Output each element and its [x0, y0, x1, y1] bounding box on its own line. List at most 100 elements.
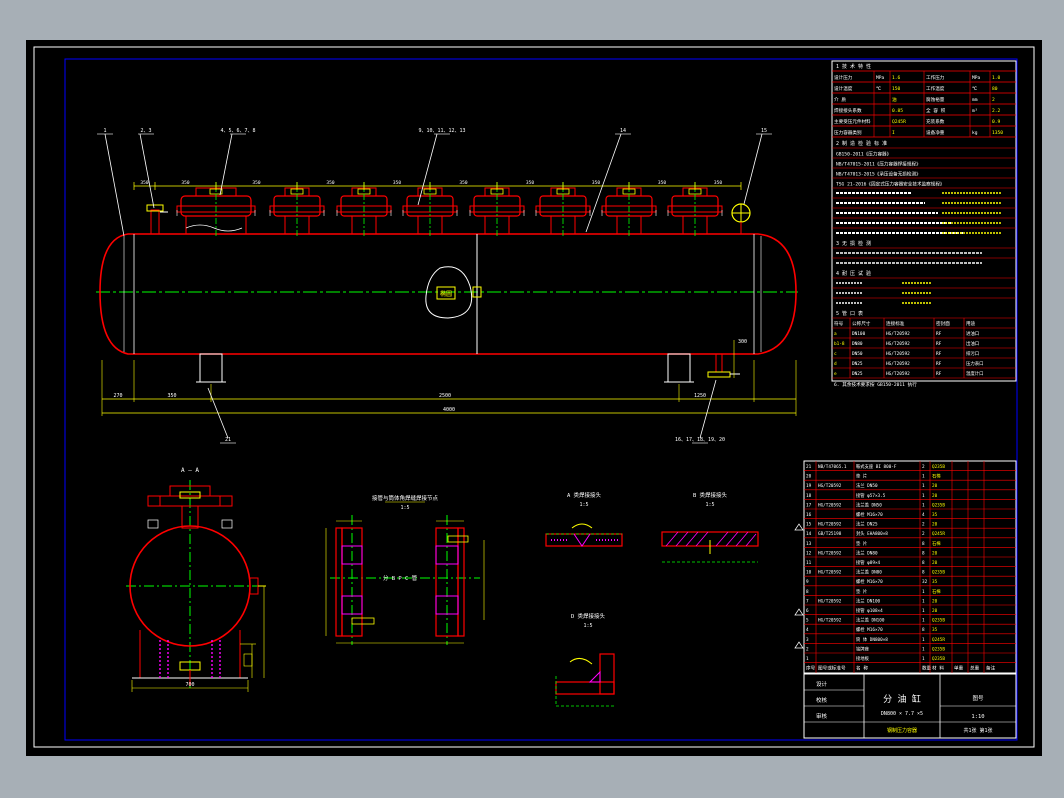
tb-approver: 审核 — [816, 712, 828, 720]
parts-cell: 4 — [806, 627, 809, 633]
tech-cell: 设计温度 — [834, 85, 853, 92]
nozzle-cell: HG/T20592 — [886, 361, 910, 367]
parts-cell: 12 — [806, 550, 812, 556]
tech-cell: 0.85 — [892, 108, 903, 114]
parts-cell: 1 — [806, 656, 809, 662]
parts-cell: 1 — [922, 656, 925, 662]
parts-cell: Q235B — [932, 570, 945, 576]
parts-cell: 螺栓 M16×70 — [856, 626, 883, 633]
tech-cell: 充装系数 — [926, 118, 945, 125]
footnote: 6. 其余技术要求按 GB150-2011 执行 — [834, 381, 917, 388]
tech-cell: Q245R — [892, 119, 906, 125]
nozzle-cell: HG/T20592 — [886, 351, 910, 357]
parts-cell: 法兰盖 DN50 — [856, 501, 882, 508]
nozzle-cell: d — [834, 361, 837, 367]
tb-sheet: 共1张 第1张 — [963, 727, 992, 734]
tech-cell: MPa — [876, 75, 885, 81]
tb-subtitle: DN800 × 7.7 ×5 — [881, 711, 923, 717]
tech-cell: 工作温度 — [926, 85, 945, 92]
parts-cell: 1 — [922, 474, 925, 480]
parts-cell: 1 — [922, 483, 925, 489]
dim-nozzle-pitch: 350 — [393, 180, 401, 186]
ellipse-note: 椭圆 — [440, 290, 452, 298]
nozzle-cell: HG/T20592 — [886, 371, 910, 377]
nozzle-cell: 压力表口 — [966, 360, 984, 367]
parts-cell: 20 — [932, 522, 938, 528]
parts-cell: 石棉 — [932, 540, 941, 547]
balloon-label: 9、10、11、12、13 — [418, 128, 465, 134]
balloon-label: 1 — [103, 128, 106, 134]
tech-cell: 腐蚀裕量 — [926, 96, 945, 103]
tech-cell: 1.0 — [992, 75, 1001, 81]
parts-cell: 垫 片 — [856, 473, 867, 480]
parts-cell: 垫 片 — [856, 540, 867, 547]
tb-title: 分 油 缸 — [883, 693, 921, 705]
nozzle-cell: RF — [936, 331, 942, 337]
parts-cell: 石棉 — [932, 588, 941, 595]
tech-cell: 主要受压元件材料 — [834, 118, 871, 125]
nozzle-cell: DN100 — [852, 331, 866, 337]
nozzle-cell: RF — [936, 351, 942, 357]
parts-cell: 1 — [922, 589, 925, 595]
parts-cell: HG/T20592 — [818, 483, 842, 489]
tech-cell: 150 — [892, 86, 901, 92]
dim-support-height: 300 — [738, 339, 747, 345]
parts-cell: NB/T47065.1 — [818, 464, 847, 470]
parts-cell: 32 — [922, 579, 928, 585]
dim-nozzle-pitch: 350 — [526, 180, 534, 186]
nozzle-cell: a — [834, 332, 837, 337]
parts-cell: 9 — [806, 579, 809, 585]
parts-cell: 螺栓 M16×70 — [856, 578, 883, 585]
parts-cell: 接管 φ89×4 — [856, 559, 881, 566]
parts-cell: 2 — [922, 464, 925, 470]
tech-cell: ℃ — [876, 86, 882, 92]
tb-sheet-label: 钢制压力容器 — [887, 727, 917, 734]
parts-cell: 20 — [932, 483, 938, 489]
nozzle-col-header: 符号 — [834, 320, 844, 327]
parts-cell: 20 — [932, 550, 938, 556]
parts-cell: 8 — [922, 560, 925, 566]
parts-cell: Q235B — [932, 656, 945, 662]
parts-cell: 14 — [806, 531, 812, 537]
standard-row: NB/T47013-2015《承压设备无损检测》 — [836, 171, 921, 178]
cad-drawing-canvas: 椭圆 350 350 350 350 350 350 350 350 350 350 — [0, 0, 1064, 798]
parts-cell: 8 — [922, 550, 925, 556]
balloon-label: 14 — [620, 128, 626, 134]
parts-cell: Q245R — [932, 637, 945, 643]
nozzle-col-header: 密封面 — [936, 320, 950, 327]
nozzle-col-header: 公称尺寸 — [852, 320, 871, 327]
parts-cell: 11 — [806, 560, 812, 566]
balloon-label: 4、5、6、7、8 — [220, 128, 255, 134]
standards-header: 2 制 造 检 验 标 准 — [836, 140, 887, 147]
parts-cell: 1 — [922, 637, 925, 643]
standard-row: TSG 21-2016《固定式压力容器安全技术监察规程》 — [836, 181, 945, 188]
tech-cell: 1350 — [992, 130, 1003, 136]
test-header: 4 耐 压 试 验 — [836, 270, 871, 277]
tech-cell: mm — [972, 98, 978, 103]
tb-designer: 设计 — [816, 680, 828, 688]
tech-cell: I — [892, 130, 895, 136]
tech-cell: 油 — [892, 96, 897, 103]
tech-cell: 2 — [992, 97, 995, 103]
parts-cell: 20 — [806, 474, 812, 480]
parts-cell: 1 — [922, 493, 925, 499]
nozzle-cell: c — [834, 352, 837, 357]
dim-nozzle-pitch: 350 — [140, 180, 148, 186]
nozzle-header: 5 管 口 表 — [836, 310, 863, 317]
parts-cell: 20 — [932, 560, 938, 566]
tb-drawing-no: 图号 — [972, 694, 984, 702]
parts-cell: 17 — [806, 502, 812, 508]
parts-cell: Q235B — [932, 502, 945, 508]
dim-right-offset: 1250 — [694, 393, 706, 399]
parts-cell: Q245R — [932, 531, 945, 537]
tech-cell: 焊接接头系数 — [834, 107, 862, 114]
nozzle-cell: HG/T20592 — [886, 341, 910, 347]
parts-cell: 1 — [922, 646, 925, 652]
dim-nozzle-pitch: 350 — [459, 180, 467, 186]
dim-nozzle-pitch: 350 — [658, 180, 666, 186]
parts-cell: 接地板 — [856, 655, 870, 662]
nozzle-cell: DN80 — [852, 341, 863, 347]
parts-cell: 8 — [806, 589, 809, 595]
parts-cell: 20 — [932, 608, 938, 614]
parts-cell: HG/T20592 — [818, 598, 842, 604]
